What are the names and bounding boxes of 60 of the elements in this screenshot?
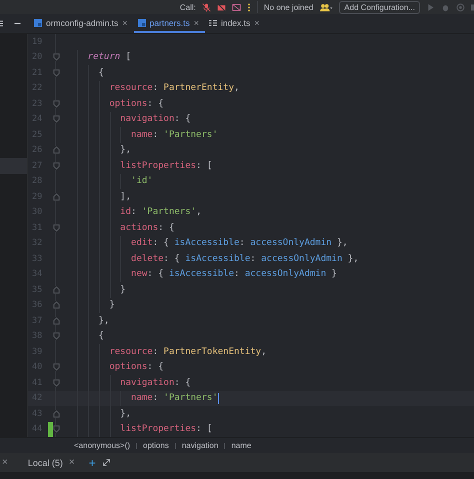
code-line: }, [98,316,110,326]
code-line: edit: { isAccessible: accessOnlyAdmin }, [130,238,348,248]
code-line: return [ [86,52,132,62]
tab-label: partners.ts [150,18,190,28]
microphone-off-icon[interactable] [202,2,211,12]
call-status: No one joined [264,2,314,12]
breadcrumb-item[interactable]: <anonymous>() [74,441,130,450]
bug-icon[interactable] [441,2,450,12]
add-icon[interactable]: + [88,456,96,470]
code-line: 'id' [130,176,153,186]
code-line: new: { isAccessible: accessOnlyAdmin } [130,269,337,280]
camera-off-icon[interactable] [216,2,226,12]
add-configuration-button[interactable]: Add Configuration... [339,0,420,14]
text-cursor [218,392,219,404]
tab-label: ormconfig-admin.ts [46,18,118,28]
code-line: }, [119,145,132,156]
call-label: Call: [180,2,196,12]
change-marker[interactable] [48,422,53,437]
editor-tab[interactable]: partners.ts × [134,14,205,33]
run-icon[interactable] [426,2,435,12]
coverage-icon[interactable] [456,2,465,12]
terminal-tab[interactable]: Local (5) [28,458,63,468]
code-line: listProperties: [ [119,160,212,171]
code-line: resource: PartnerEntity, [108,83,240,94]
code-line: } [119,284,126,295]
code-line: ], [119,192,132,202]
code-line: name: 'Partners' [130,130,218,140]
code-line: options: { [108,98,164,109]
screen-off-icon[interactable] [232,2,241,12]
file-icon [34,18,42,26]
people-icon[interactable] [319,2,334,12]
code-line: delete: { isAccessible: accessOnlyAdmin }, [130,254,359,264]
code-line: { [98,68,104,78]
close-icon[interactable]: × [254,18,260,28]
breadcrumb-item[interactable]: options [143,441,169,450]
code-line: resource: PartnerTokenEntity, [108,346,267,357]
code-line: name: 'Partners' [130,393,218,404]
stop-icon[interactable] [471,2,474,12]
code-line: id: 'Partners', [119,207,202,218]
code-line: }, [119,408,132,419]
close-icon[interactable]: × [68,457,75,468]
code-line: options: { [108,362,164,372]
list-icon [208,18,217,26]
close-icon[interactable]: × [2,457,8,468]
tab-label: index.ts [220,18,250,28]
breadcrumb-item[interactable]: navigation [182,441,218,450]
code-line: } [108,300,115,310]
more-icon[interactable] [246,2,251,12]
expand-icon[interactable] [102,458,111,467]
editor-tab[interactable]: index.ts × [204,14,266,33]
code-line: { [98,331,104,342]
code-line: navigation: { [119,378,191,388]
breadcrumb-item[interactable]: name [231,441,252,450]
file-icon [138,18,146,26]
editor-tab[interactable]: ormconfig-admin.ts × [30,14,134,33]
close-icon[interactable]: × [122,18,128,28]
code-line: listProperties: [ [119,424,212,434]
close-icon[interactable]: × [194,18,199,28]
code-line: actions: { [119,222,174,233]
code-line: navigation: { [119,114,191,124]
